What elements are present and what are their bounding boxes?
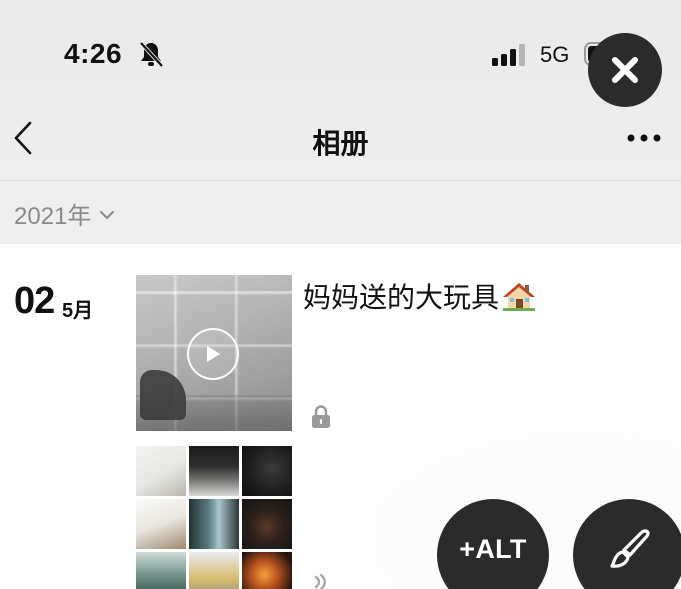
grid-photo[interactable] [189,499,239,549]
close-button[interactable] [588,33,662,107]
play-icon[interactable] [187,328,239,380]
cellular-signal-icon [492,44,525,66]
entry-month: 5月 [62,300,94,322]
year-filter[interactable]: 2021年 [14,196,115,231]
year-label: 2021年 [14,203,92,230]
grid-photo[interactable] [189,552,239,589]
voice-icon [314,574,326,589]
page-title: 相册 [312,128,369,159]
post-caption[interactable]: 妈妈送的大玩具 [303,276,536,316]
lock-icon [312,405,330,428]
grid-photo[interactable] [242,552,292,589]
more-dots-icon[interactable] [626,132,662,144]
divider [0,180,681,181]
house-icon [503,283,536,311]
close-icon [612,57,638,83]
grid-photo[interactable] [242,446,292,496]
grid-photo[interactable] [136,446,186,496]
photo-grid [136,446,292,589]
bell-slash-icon [139,41,164,68]
play-triangle-icon [207,346,220,362]
post-caption-text: 妈妈送的大玩具 [303,282,500,313]
grid-photo[interactable] [136,499,186,549]
thumbnail-object [140,370,186,420]
entry-day: 02 [14,280,55,322]
paintbrush-icon [610,529,650,568]
network-label: 5G [540,42,570,67]
alt-text-label: +ALT [459,534,527,564]
video-thumbnail[interactable] [136,275,292,431]
chevron-down-icon [100,210,115,219]
grid-photo[interactable] [189,446,239,496]
grid-photo[interactable] [242,499,292,549]
grid-photo[interactable] [136,552,186,589]
status-time: 4:26 [64,38,123,69]
